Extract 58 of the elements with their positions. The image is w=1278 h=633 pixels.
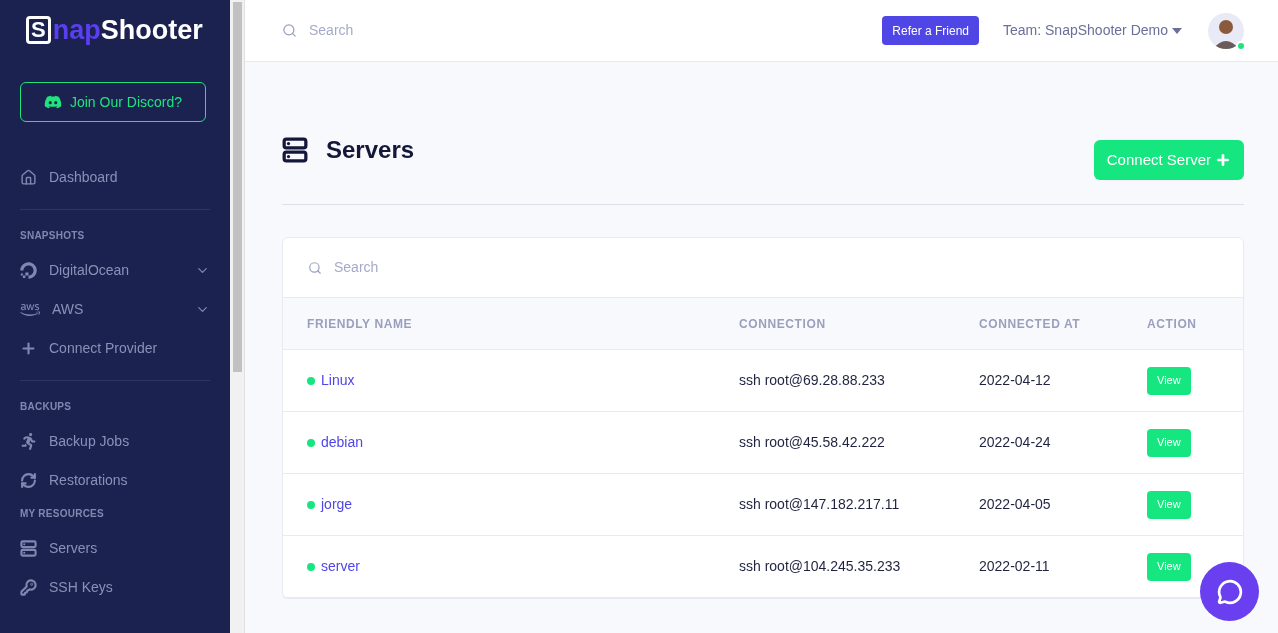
team-dropdown[interactable]: Team: SnapShooter Demo xyxy=(1003,20,1182,41)
nav-label: Servers xyxy=(49,539,99,558)
logo[interactable]: S napShooter xyxy=(20,16,210,44)
digitalocean-icon xyxy=(20,262,37,279)
column-header: ACTION xyxy=(1147,315,1198,333)
nav-item[interactable]: Dashboard xyxy=(20,158,210,197)
nav-label: Restorations xyxy=(49,471,129,490)
section-heading: BACKUPS xyxy=(20,400,73,414)
nav-item[interactable]: Servers xyxy=(20,529,210,568)
nav-label: AWS xyxy=(52,300,85,319)
server-icon xyxy=(20,540,37,557)
section-heading: MY RESOURCES xyxy=(20,507,105,521)
table-cell-text: 2022-04-24 xyxy=(979,433,1052,452)
nav-label: Dashboard xyxy=(49,168,119,187)
server-link[interactable]: server xyxy=(321,556,360,577)
discord-icon xyxy=(43,93,62,111)
table-cell-text: ssh root@45.58.42.222 xyxy=(739,433,886,452)
caret-icon xyxy=(1172,27,1182,34)
discord-button[interactable]: Join Our Discord? xyxy=(20,82,206,122)
column-header: CONNECTION xyxy=(739,315,827,333)
nav-label: SSH Keys xyxy=(49,578,114,597)
plus-icon xyxy=(1215,152,1231,168)
page-title: Servers xyxy=(326,135,415,165)
table-cell-text: ssh root@104.245.35.233 xyxy=(739,557,902,576)
server-link[interactable]: Linux xyxy=(321,370,355,391)
nav-item[interactable]: Connect Provider xyxy=(20,329,210,368)
home-icon xyxy=(20,169,37,186)
chat-icon xyxy=(1216,578,1243,605)
table-cell-text: 2022-04-12 xyxy=(979,371,1052,390)
server-link[interactable]: debian xyxy=(321,432,364,453)
table-cell-text: ssh root@147.182.217.11 xyxy=(739,495,901,514)
plus-icon xyxy=(20,340,37,357)
search-field[interactable]: Search xyxy=(309,20,490,41)
table-cell-text: 2022-04-05 xyxy=(979,495,1052,514)
key-icon xyxy=(20,579,37,596)
nav-label: Connect Provider xyxy=(49,339,159,358)
nav-item[interactable]: Restorations xyxy=(20,461,210,500)
runner-icon xyxy=(20,433,37,450)
table-search-field[interactable]: Search xyxy=(334,257,515,278)
server-link[interactable]: jorge xyxy=(321,494,353,515)
section-heading: SNAPSHOTS xyxy=(20,229,86,243)
refresh-icon xyxy=(20,472,37,489)
nav-item[interactable]: AWS xyxy=(20,290,210,329)
nav-label: DigitalOcean xyxy=(49,261,131,280)
column-header: CONNECTED AT xyxy=(979,315,1082,333)
nav-item[interactable]: SSH Keys xyxy=(20,568,210,607)
server-icon xyxy=(282,137,308,163)
nav-item[interactable]: DigitalOcean xyxy=(20,251,210,290)
table-cell-text: ssh root@69.28.88.233 xyxy=(739,371,886,390)
table-cell-text: 2022-02-11 xyxy=(979,557,1051,576)
column-header: FRIENDLY NAME xyxy=(307,315,414,333)
search-icon xyxy=(308,260,322,275)
refer-button[interactable]: Refer a Friend xyxy=(882,16,979,45)
avatar[interactable] xyxy=(1208,12,1244,49)
nav-label: Backup Jobs xyxy=(49,432,131,451)
nav-item[interactable]: Backup Jobs xyxy=(20,422,210,461)
search-icon xyxy=(282,23,297,38)
scrollbar[interactable] xyxy=(230,0,245,633)
